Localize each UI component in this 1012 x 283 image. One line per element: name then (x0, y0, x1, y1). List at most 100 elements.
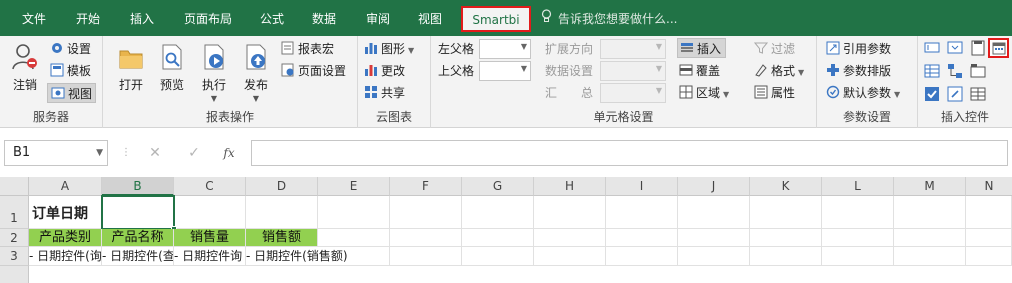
cell-a2[interactable]: 产品类别 (29, 229, 102, 247)
cell-h3[interactable] (534, 247, 606, 266)
row-header-2[interactable]: 2 (0, 229, 29, 247)
cell-n2[interactable] (966, 229, 1012, 247)
cell-n1[interactable] (966, 196, 1012, 229)
left-parent-select[interactable]: ▼ (479, 39, 531, 59)
cell-i3[interactable] (606, 247, 678, 266)
cell-i1[interactable] (606, 196, 678, 229)
text-box-control-icon[interactable] (924, 40, 940, 56)
top-parent-select[interactable]: ▼ (479, 61, 531, 81)
cell-b3[interactable]: - 日期控件(查询 (102, 247, 174, 266)
format-button[interactable]: 格式 ▼ (754, 61, 804, 81)
share-button[interactable]: 共享 (364, 83, 405, 103)
open-button[interactable]: 打开 (112, 42, 150, 104)
page-setup-button[interactable]: 页面设置 (281, 61, 346, 81)
change-button[interactable]: 更改 (364, 61, 405, 81)
grid-control-icon[interactable] (924, 63, 940, 79)
tab-file[interactable]: 文件 (14, 0, 54, 36)
default-param-button[interactable]: 默认参数 ▼ (826, 83, 900, 103)
cover-button[interactable]: 覆盖 (679, 61, 720, 81)
column-header-b[interactable]: B (102, 177, 174, 196)
cell-a1[interactable]: 订单日期 (29, 196, 102, 229)
tab-data[interactable]: 数据 (302, 0, 346, 36)
tab-home[interactable]: 开始 (64, 0, 112, 36)
view-button[interactable]: 视图 (47, 83, 97, 103)
insert-function-icon[interactable]: fx (219, 143, 239, 163)
cell-h1[interactable] (534, 196, 606, 229)
cell-e1[interactable] (318, 196, 390, 229)
cell-k2[interactable] (750, 229, 822, 247)
confirm-icon[interactable]: ✓ (184, 143, 204, 163)
cell-n3[interactable] (966, 247, 1012, 266)
cell-i2[interactable] (606, 229, 678, 247)
publish-button[interactable]: 发布 ▼ (237, 42, 275, 104)
cell-g2[interactable] (462, 229, 534, 247)
cell-g1[interactable] (462, 196, 534, 229)
column-header-k[interactable]: K (750, 177, 822, 196)
column-header-h[interactable]: H (534, 177, 606, 196)
region-button[interactable]: 区域 ▼ (679, 83, 729, 103)
property-button[interactable]: 属性 (754, 83, 795, 103)
cell-e2[interactable] (318, 229, 390, 247)
cancel-icon[interactable]: ✕ (145, 143, 165, 163)
column-header-a[interactable]: A (29, 177, 102, 196)
tab-page-layout[interactable]: 页面布局 (174, 0, 242, 36)
cell-d1[interactable] (246, 196, 318, 229)
insert-button[interactable]: 插入 (677, 38, 727, 58)
tab-control-icon[interactable] (970, 63, 986, 79)
cell-a3[interactable]: - 日期控件(询 (29, 247, 102, 266)
select-all-corner[interactable] (0, 177, 29, 196)
tab-view[interactable]: 视图 (408, 0, 452, 36)
tab-smartbi[interactable]: Smartbi (461, 6, 531, 32)
formula-input[interactable] (251, 140, 1008, 166)
cell-l3[interactable] (822, 247, 894, 266)
column-header-n[interactable]: N (966, 177, 1012, 196)
cell-b2[interactable]: 产品名称 (102, 229, 174, 247)
column-header-m[interactable]: M (894, 177, 966, 196)
cell-g3[interactable] (462, 247, 534, 266)
template-button[interactable]: 模板 (50, 61, 91, 81)
cell-l1[interactable] (822, 196, 894, 229)
link-control-icon[interactable] (947, 86, 963, 102)
cell-k3[interactable] (750, 247, 822, 266)
cell-j1[interactable] (678, 196, 750, 229)
settings-button[interactable]: 设置 (50, 39, 91, 59)
expand-direction-select[interactable]: ▼ (600, 39, 666, 59)
tab-formulas[interactable]: 公式 (252, 0, 292, 36)
column-header-l[interactable]: L (822, 177, 894, 196)
cell-f3[interactable] (390, 247, 462, 266)
tree-control-icon[interactable] (947, 63, 963, 79)
cell-l2[interactable] (822, 229, 894, 247)
tab-review[interactable]: 审阅 (356, 0, 400, 36)
row-header-4-partial[interactable] (0, 266, 29, 283)
cell-c2[interactable]: 销售量 (174, 229, 246, 247)
formula-bar-grip[interactable]: ⋮ (121, 146, 131, 160)
checkbox-control-icon[interactable] (924, 86, 940, 102)
filter-button[interactable]: 过滤 (753, 39, 795, 59)
row-header-1[interactable]: 1 (0, 196, 29, 229)
preview-button[interactable]: 预览 (153, 42, 191, 104)
column-header-c[interactable]: C (174, 177, 246, 196)
tab-insert[interactable]: 插入 (120, 0, 164, 36)
date-control-button[interactable] (988, 38, 1009, 58)
table-control-icon[interactable] (970, 86, 986, 102)
column-header-j[interactable]: J (678, 177, 750, 196)
name-box[interactable]: B1 ▼ (4, 140, 108, 166)
cell-d3[interactable]: - 日期控件(销售额) (246, 247, 390, 266)
cell-h2[interactable] (534, 229, 606, 247)
row-header-3[interactable]: 3 (0, 247, 29, 266)
cell-m3[interactable] (894, 247, 966, 266)
cell-b1-selected[interactable] (101, 195, 175, 230)
cell-m2[interactable] (894, 229, 966, 247)
cell-j3[interactable] (678, 247, 750, 266)
report-macro-button[interactable]: 报表宏 (281, 39, 334, 59)
data-setting-select[interactable]: ▼ (600, 61, 666, 81)
chart-button[interactable]: 图形 ▼ (364, 39, 414, 59)
cell-c3[interactable]: - 日期控件询 (174, 247, 246, 266)
column-header-i[interactable]: I (606, 177, 678, 196)
column-header-d[interactable]: D (246, 177, 318, 196)
dropdown-control-icon[interactable] (947, 40, 963, 56)
column-header-f[interactable]: F (390, 177, 462, 196)
execute-button[interactable]: 执行 ▼ (195, 42, 233, 104)
tell-me-search[interactable]: 告诉我您想要做什么... (541, 0, 677, 36)
summary-select[interactable]: ▼ (600, 83, 666, 103)
